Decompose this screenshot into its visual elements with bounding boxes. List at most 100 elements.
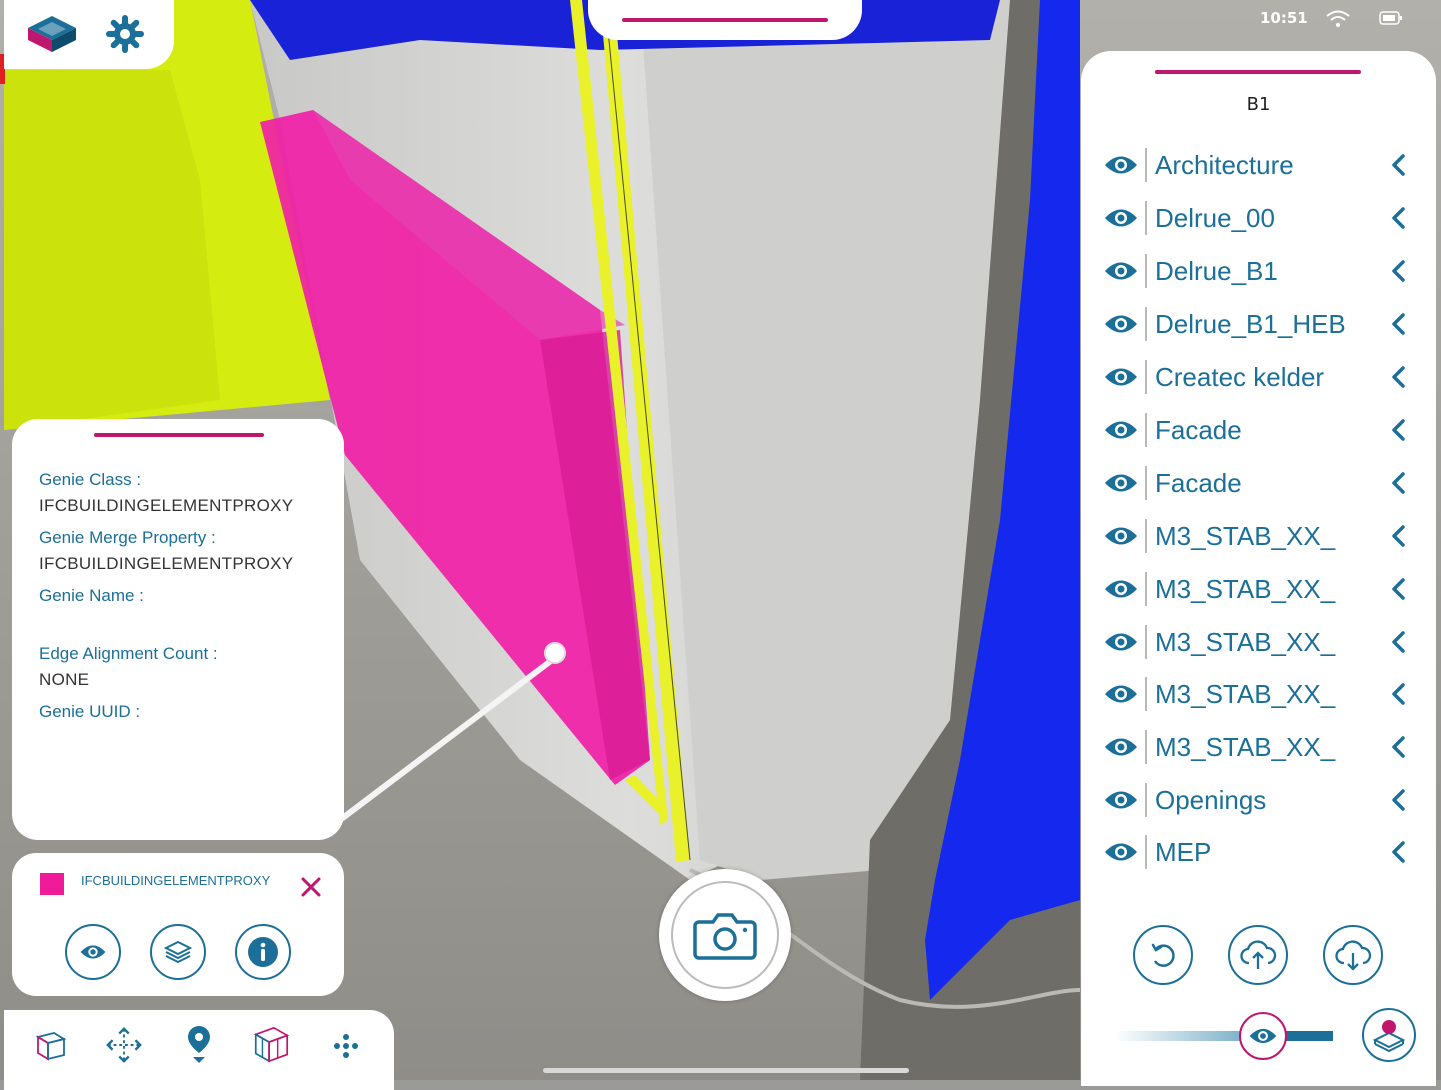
move-icon[interactable] xyxy=(104,1025,144,1065)
layer-row[interactable]: M3_STAB_XX_ xyxy=(1101,672,1411,716)
chevron-left-icon[interactable] xyxy=(1385,787,1411,813)
layer-row[interactable]: Facade xyxy=(1101,408,1411,452)
layer-row[interactable]: Architecture xyxy=(1101,143,1411,187)
chevron-left-icon[interactable] xyxy=(1385,576,1411,602)
cube-view-icon[interactable] xyxy=(31,1026,71,1066)
eye-icon[interactable] xyxy=(1101,734,1141,760)
undo-icon xyxy=(1151,943,1175,967)
layer-separator xyxy=(1145,730,1147,764)
chevron-left-icon[interactable] xyxy=(1385,839,1411,865)
layer-label: Delrue_00 xyxy=(1155,202,1275,233)
info-icon xyxy=(248,937,278,967)
layer-label: Facade xyxy=(1155,414,1242,445)
opacity-slider-track-right[interactable] xyxy=(1285,1031,1333,1041)
chevron-left-icon[interactable] xyxy=(1385,152,1411,178)
layer-label: Openings xyxy=(1155,784,1267,815)
layer-row[interactable]: Openings xyxy=(1101,778,1411,822)
layer-label: MEP xyxy=(1155,836,1212,867)
opacity-slider-knob[interactable] xyxy=(1239,1012,1287,1060)
top-drawer[interactable] xyxy=(588,0,862,40)
properties-panel-handle[interactable] xyxy=(94,433,264,437)
chevron-left-icon[interactable] xyxy=(1385,629,1411,655)
top-left-panel xyxy=(4,0,174,69)
eye-icon[interactable] xyxy=(1101,839,1141,865)
layers-icon xyxy=(164,940,192,964)
edge-count-label: Edge Alignment Count : xyxy=(39,644,218,663)
layer-separator xyxy=(1145,201,1147,235)
eye-icon[interactable] xyxy=(1101,629,1141,655)
layers-button[interactable] xyxy=(150,924,206,980)
layer-row[interactable]: Delrue_00 xyxy=(1101,196,1411,240)
layer-row[interactable]: M3_STAB_XX_ xyxy=(1101,514,1411,558)
layer-label: M3_STAB_XX_ xyxy=(1155,520,1336,551)
layer-row[interactable]: M3_STAB_XX_ xyxy=(1101,620,1411,664)
location-pin-icon[interactable] xyxy=(179,1024,219,1064)
eye-icon[interactable] xyxy=(1101,470,1141,496)
eye-icon[interactable] xyxy=(1101,787,1141,813)
eye-icon[interactable] xyxy=(1101,205,1141,231)
layer-label: M3_STAB_XX_ xyxy=(1155,626,1336,657)
layer-row[interactable]: Facade xyxy=(1101,461,1411,505)
chevron-left-icon[interactable] xyxy=(1385,205,1411,231)
layer-label: Facade xyxy=(1155,467,1242,498)
layer-label: M3_STAB_XX_ xyxy=(1155,678,1336,709)
model-icon[interactable] xyxy=(24,12,80,56)
home-indicator xyxy=(543,1068,909,1073)
wifi-icon xyxy=(1326,10,1350,27)
chevron-left-icon[interactable] xyxy=(1385,258,1411,284)
selection-color-swatch xyxy=(40,873,64,895)
cloud-upload-button[interactable] xyxy=(1228,925,1288,985)
layer-row[interactable]: Delrue_B1_HEB xyxy=(1101,302,1411,346)
layer-separator xyxy=(1145,625,1147,659)
chevron-left-icon[interactable] xyxy=(1385,470,1411,496)
layers-title: B1 xyxy=(1246,94,1271,115)
section-box-icon[interactable] xyxy=(251,1024,291,1064)
chevron-left-icon[interactable] xyxy=(1385,364,1411,390)
cloud-download-button[interactable] xyxy=(1323,925,1383,985)
layers-panel-handle[interactable] xyxy=(1155,70,1361,74)
merge-property-value: IFCBUILDINGELEMENTPROXY xyxy=(39,554,294,573)
layer-row[interactable]: M3_STAB_XX_ xyxy=(1101,725,1411,769)
chevron-left-icon[interactable] xyxy=(1385,523,1411,549)
layer-separator xyxy=(1145,466,1147,500)
top-drawer-handle[interactable] xyxy=(622,18,828,22)
eye-icon xyxy=(1249,1028,1277,1044)
eye-icon[interactable] xyxy=(1101,364,1141,390)
info-button[interactable] xyxy=(235,924,291,980)
edge-count-value: NONE xyxy=(39,670,90,689)
layer-row[interactable]: Createc kelder xyxy=(1101,355,1411,399)
eye-icon[interactable] xyxy=(1101,417,1141,443)
chevron-left-icon[interactable] xyxy=(1385,311,1411,337)
layer-label: Createc kelder xyxy=(1155,361,1325,392)
eye-icon[interactable] xyxy=(1101,311,1141,337)
place-model-button[interactable] xyxy=(1362,1008,1416,1062)
eye-icon[interactable] xyxy=(1101,152,1141,178)
eye-icon[interactable] xyxy=(1101,681,1141,707)
close-icon[interactable] xyxy=(298,874,324,900)
layer-label: Delrue_B1 xyxy=(1155,255,1278,286)
undo-button[interactable] xyxy=(1133,925,1193,985)
opacity-slider-track-left[interactable] xyxy=(1115,1031,1245,1041)
camera-capture-button[interactable] xyxy=(671,881,779,989)
layer-separator xyxy=(1145,254,1147,288)
eye-icon[interactable] xyxy=(1101,576,1141,602)
toggle-visibility-button[interactable] xyxy=(65,924,121,980)
layer-row[interactable]: Delrue_B1 xyxy=(1101,249,1411,293)
chevron-left-icon[interactable] xyxy=(1385,417,1411,443)
chevron-left-icon[interactable] xyxy=(1385,681,1411,707)
battery-icon xyxy=(1379,11,1402,25)
layer-label: M3_STAB_XX_ xyxy=(1155,731,1336,762)
layer-row[interactable]: MEP xyxy=(1101,830,1411,874)
eye-icon[interactable] xyxy=(1101,523,1141,549)
dots-icon[interactable] xyxy=(326,1026,366,1066)
eye-icon[interactable] xyxy=(1101,258,1141,284)
merge-property-label: Genie Merge Property : xyxy=(39,528,216,547)
layer-row[interactable]: M3_STAB_XX_ xyxy=(1101,567,1411,611)
chevron-left-icon[interactable] xyxy=(1385,734,1411,760)
selection-label: IFCBUILDINGELEMENTPROXY xyxy=(81,873,271,888)
layer-separator xyxy=(1145,519,1147,553)
layer-label: M3_STAB_XX_ xyxy=(1155,573,1336,604)
genie-uuid-label: Genie UUID : xyxy=(39,702,141,721)
gear-icon[interactable] xyxy=(106,15,144,53)
layer-separator xyxy=(1145,677,1147,711)
